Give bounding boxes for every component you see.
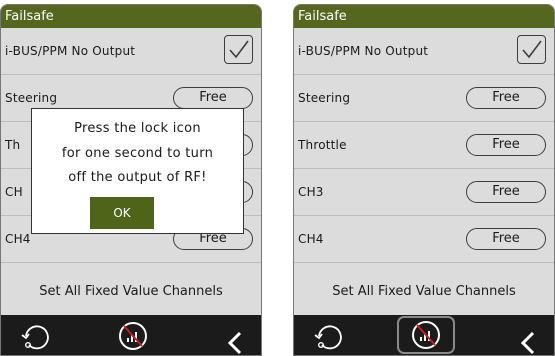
- bottom-bar: [1, 315, 261, 355]
- set-all-fixed-button[interactable]: Set All Fixed Value Channels: [294, 267, 554, 317]
- checkmark-icon: [229, 40, 249, 59]
- dialog-line-2: for one second to turn: [61, 146, 214, 161]
- chevron-left-icon[interactable]: [518, 323, 538, 356]
- rf-output-off-icon: [412, 321, 440, 349]
- throttle-label: Throttle: [298, 138, 347, 152]
- ch3-free-button[interactable]: Free: [466, 181, 546, 203]
- dialog-line-1: Press the lock icon: [74, 121, 201, 136]
- ibus-ppm-checkbox[interactable]: [517, 35, 546, 64]
- steering-label: Steering: [298, 91, 351, 105]
- bottom-bar: [294, 315, 554, 355]
- ch4-label: CH4: [5, 232, 31, 246]
- dialog-line-3: off the output of RF!: [68, 170, 207, 185]
- back-rotate-icon[interactable]: [19, 315, 55, 355]
- ibus-ppm-checkbox[interactable]: [224, 35, 253, 64]
- ch4-label: CH4: [298, 232, 324, 246]
- back-rotate-icon[interactable]: [312, 315, 348, 355]
- right-screen: Failsafe i-BUS/PPM No Output Steering Fr…: [293, 4, 555, 356]
- rf-lock-dialog: Press the lock icon for one second to tu…: [31, 108, 244, 234]
- set-all-fixed-button[interactable]: Set All Fixed Value Channels: [1, 267, 261, 317]
- rf-output-button-pressed[interactable]: [397, 316, 455, 354]
- ch3-label: CH: [5, 185, 23, 199]
- ok-button[interactable]: OK: [90, 197, 154, 229]
- ch3-label: CH3: [298, 185, 324, 199]
- ch4-free-button[interactable]: Free: [466, 228, 546, 250]
- ch4-row[interactable]: CH4 Free: [294, 216, 554, 263]
- ibus-ppm-label: i-BUS/PPM No Output: [298, 44, 429, 58]
- ch3-row[interactable]: CH3 Free: [294, 169, 554, 216]
- throttle-free-button[interactable]: Free: [466, 134, 546, 156]
- left-screen: Failsafe i-BUS/PPM No Output Steering Fr…: [0, 4, 262, 356]
- rf-output-off-icon[interactable]: [104, 316, 162, 356]
- throttle-label: Th: [5, 138, 21, 152]
- ibus-ppm-row[interactable]: i-BUS/PPM No Output: [294, 28, 554, 75]
- page-title: Failsafe: [1, 5, 261, 28]
- steering-free-button[interactable]: Free: [173, 87, 253, 109]
- page-title: Failsafe: [294, 5, 554, 28]
- throttle-row[interactable]: Throttle Free: [294, 122, 554, 169]
- steering-free-button[interactable]: Free: [466, 87, 546, 109]
- checkmark-icon: [522, 40, 542, 59]
- ibus-ppm-label: i-BUS/PPM No Output: [5, 44, 136, 58]
- steering-row[interactable]: Steering Free: [294, 75, 554, 122]
- chevron-left-icon[interactable]: [225, 323, 245, 356]
- ibus-ppm-row[interactable]: i-BUS/PPM No Output: [1, 28, 261, 75]
